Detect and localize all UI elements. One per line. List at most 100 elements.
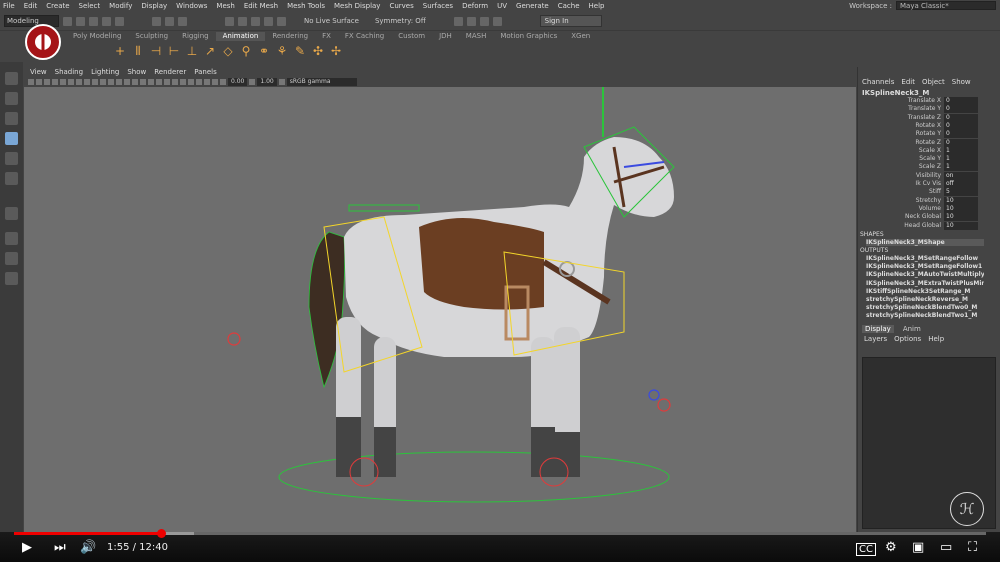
- menu-uv[interactable]: UV: [497, 2, 507, 10]
- attribute-value[interactable]: 1: [944, 155, 978, 164]
- select-tool-icon[interactable]: [5, 72, 18, 85]
- axis-orientation-icon[interactable]: [5, 207, 18, 220]
- snap-grid-icon[interactable]: [225, 16, 234, 26]
- attribute-row[interactable]: Translate Y0: [866, 105, 978, 114]
- select-object-icon[interactable]: [165, 16, 174, 26]
- film-gate-icon[interactable]: [68, 79, 74, 85]
- ambient-occlusion-icon[interactable]: [156, 79, 162, 85]
- attribute-value[interactable]: 0: [944, 138, 978, 147]
- sign-in-button[interactable]: Sign In: [539, 15, 602, 27]
- breakdown-icon[interactable]: ⊥: [186, 45, 198, 57]
- menu-mesh-tools[interactable]: Mesh Tools: [287, 2, 325, 10]
- select-hierarchy-icon[interactable]: [152, 16, 161, 26]
- attribute-row[interactable]: Rotate X0: [866, 121, 978, 130]
- fullscreen-icon[interactable]: ⛶: [968, 541, 977, 555]
- render-settings-icon[interactable]: [479, 16, 489, 26]
- snap-view-icon[interactable]: [264, 16, 273, 26]
- attribute-row[interactable]: Ik Cv Vis off: [866, 180, 978, 188]
- xray-icon[interactable]: [196, 79, 202, 85]
- single-view-icon[interactable]: [5, 232, 18, 245]
- grid-icon[interactable]: [60, 79, 66, 85]
- attribute-value[interactable]: 0: [944, 105, 978, 114]
- constraint-icon[interactable]: ✣: [312, 45, 324, 57]
- attribute-row[interactable]: Stretchy 10: [866, 196, 978, 205]
- attribute-row[interactable]: Rotate Y0: [866, 130, 978, 139]
- textured-icon[interactable]: [132, 79, 138, 85]
- play-icon[interactable]: ▶: [22, 541, 32, 555]
- shelf-tab-motion-graphics[interactable]: Motion Graphics: [493, 32, 564, 41]
- motion-blur-icon[interactable]: [164, 79, 170, 85]
- attribute-row[interactable]: Scale Z1: [866, 163, 978, 172]
- depth-of-field-icon[interactable]: [180, 79, 186, 85]
- output-node[interactable]: stretchySplineNeckReverse_M: [866, 296, 984, 303]
- channelbox-menu-edit[interactable]: Edit: [901, 78, 915, 86]
- workspace-selector[interactable]: Workspace : Maya Classic*: [849, 0, 996, 11]
- save-scene-icon[interactable]: [89, 16, 98, 26]
- horse-rig-scene[interactable]: [24, 87, 856, 532]
- menu-file[interactable]: File: [3, 2, 15, 10]
- theater-mode-icon[interactable]: ▭: [940, 541, 952, 555]
- backface-culling-icon[interactable]: [212, 79, 218, 85]
- attribute-row[interactable]: Translate Z0: [866, 113, 978, 122]
- attribute-row[interactable]: Translate X0: [866, 97, 978, 105]
- attribute-row[interactable]: Scale X1: [866, 146, 978, 155]
- menu-display[interactable]: Display: [141, 2, 167, 10]
- output-node[interactable]: IKStiffSplineNeck3SetRange_M: [866, 288, 984, 295]
- resolution-gate-icon[interactable]: [76, 79, 82, 85]
- shelf-tab-rigging[interactable]: Rigging: [175, 32, 216, 41]
- attribute-value[interactable]: on: [944, 171, 978, 180]
- viewport-menu-panels[interactable]: Panels: [194, 67, 217, 77]
- menu-mesh-display[interactable]: Mesh Display: [334, 2, 380, 10]
- four-view-icon[interactable]: [5, 252, 18, 265]
- captions-icon[interactable]: CC: [856, 543, 876, 556]
- shadows-icon[interactable]: [148, 79, 154, 85]
- output-node[interactable]: IKSplineNeck3_MExtraTwistPlusMinus...: [866, 280, 984, 287]
- viewport-menu-renderer[interactable]: Renderer: [154, 67, 186, 77]
- attribute-value[interactable]: 1: [944, 146, 978, 155]
- menu-surfaces[interactable]: Surfaces: [423, 2, 453, 10]
- attribute-row[interactable]: Stiff 5: [866, 188, 978, 197]
- menu-edit[interactable]: Edit: [24, 2, 38, 10]
- xray-joints-icon[interactable]: [204, 79, 210, 85]
- menu-create[interactable]: Create: [46, 2, 69, 10]
- attribute-value[interactable]: 1: [944, 163, 978, 172]
- output-node[interactable]: stretchySplineNeckBlendTwo1_M: [866, 312, 984, 319]
- ipr-render-icon[interactable]: [466, 16, 476, 26]
- shelf-tab-fx[interactable]: FX: [315, 32, 338, 41]
- scrubber-handle[interactable]: [156, 529, 166, 538]
- render-icon[interactable]: [453, 16, 463, 26]
- select-component-icon[interactable]: [178, 16, 187, 26]
- ik-handle-icon[interactable]: ⚭: [258, 45, 270, 57]
- volume-icon[interactable]: 🔊: [80, 541, 96, 555]
- menu-cache[interactable]: Cache: [558, 2, 580, 10]
- shelf-tab-custom[interactable]: Custom: [391, 32, 432, 41]
- key-rotate-icon[interactable]: ⊣: [150, 45, 162, 57]
- snap-curve-icon[interactable]: [238, 16, 247, 26]
- colorspace-dropdown[interactable]: sRGB gamma: [286, 78, 357, 86]
- viewport-menu-view[interactable]: View: [30, 67, 47, 77]
- skin-bind-icon[interactable]: ⚘: [276, 45, 288, 57]
- attribute-row[interactable]: Scale Y1: [866, 155, 978, 164]
- help-menu[interactable]: Help: [928, 335, 944, 343]
- menu-edit-mesh[interactable]: Edit Mesh: [244, 2, 278, 10]
- selected-object-name[interactable]: IKSplineNeck3_M: [862, 89, 929, 97]
- attribute-value[interactable]: off: [944, 180, 978, 188]
- menu-deform[interactable]: Deform: [462, 2, 488, 10]
- image-plane-icon[interactable]: [52, 79, 58, 85]
- color-management-icon[interactable]: [278, 79, 285, 85]
- exposure-icon[interactable]: [220, 79, 226, 85]
- attribute-value[interactable]: 0: [944, 113, 978, 122]
- smooth-shade-icon[interactable]: [116, 79, 122, 85]
- key-scale-icon[interactable]: ⊢: [168, 45, 180, 57]
- viewport-menu-shading[interactable]: Shading: [55, 67, 83, 77]
- shelf-tab-jdh[interactable]: JDH: [432, 32, 459, 41]
- paint-weights-icon[interactable]: ✎: [294, 45, 306, 57]
- viewport-menu-show[interactable]: Show: [127, 67, 146, 77]
- menu-select[interactable]: Select: [79, 2, 101, 10]
- rotate-tool-icon[interactable]: [5, 152, 18, 165]
- menu-modify[interactable]: Modify: [109, 2, 132, 10]
- shelf-tab-fx-caching[interactable]: FX Caching: [338, 32, 391, 41]
- redo-icon[interactable]: [115, 16, 124, 26]
- wireframe-icon[interactable]: [108, 79, 114, 85]
- gate-mask-icon[interactable]: [84, 79, 90, 85]
